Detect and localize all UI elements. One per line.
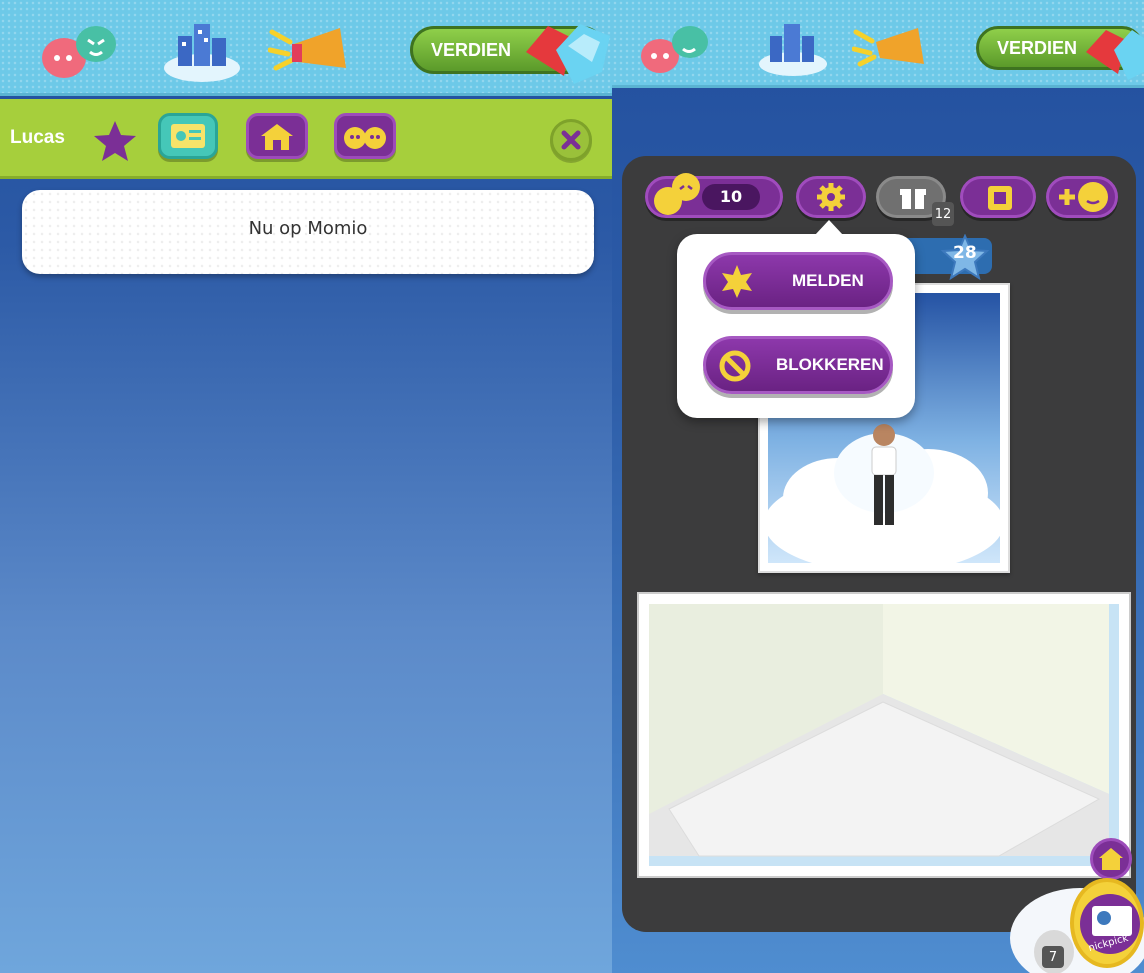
egg-lock-badge: 7 (1042, 946, 1064, 968)
block-label: BLOKKEREN (776, 355, 884, 374)
report-label: MELDEN (792, 271, 864, 290)
close-button[interactable] (550, 119, 592, 161)
star-icon (94, 121, 136, 161)
nickpick-button[interactable]: nickpick (1070, 878, 1144, 968)
online-status-text: Nu op Momio (248, 218, 368, 239)
friends-icon[interactable] (638, 22, 718, 78)
sheriff-badge-icon (722, 265, 752, 298)
nickpick-card-icon (1080, 894, 1140, 954)
settings-menu-popup: MELDEN BLOKKEREN (677, 220, 915, 418)
profile-level: 28 (953, 243, 977, 263)
wardrobe-button[interactable] (960, 176, 1036, 218)
city-icon[interactable] (756, 18, 830, 78)
home-button[interactable] (246, 113, 308, 159)
pets-button[interactable] (334, 113, 396, 159)
username: Lucas (10, 127, 65, 148)
city-icon[interactable] (162, 18, 242, 84)
egg-lock-level: 7 (1048, 950, 1058, 965)
megaphone-icon[interactable] (268, 22, 352, 80)
friends-count: 10 (702, 184, 760, 210)
close-icon (561, 130, 581, 150)
add-friend-icon (1059, 182, 1108, 212)
block-button[interactable]: BLOKKEREN (703, 336, 893, 394)
top-nav-bar: VERDIEN (0, 0, 612, 96)
earn-button-label: VERDIEN (997, 38, 1078, 58)
add-friend-button[interactable] (1046, 176, 1118, 218)
pets-icon (344, 127, 386, 149)
friends-icon[interactable] (38, 22, 126, 82)
left-screen: VERDIEN Lucas Nu op Momio (0, 0, 612, 973)
profile-bar: Lucas (0, 99, 612, 179)
megaphone-icon[interactable] (852, 22, 930, 76)
online-status-card: Nu op Momio (22, 190, 594, 274)
settings-button[interactable] (796, 176, 866, 218)
gift-lock-badge: 12 (932, 202, 954, 226)
report-button[interactable]: MELDEN (703, 252, 893, 310)
gems-icon (1086, 30, 1144, 80)
gift-icon (900, 189, 926, 209)
earn-button-label: VERDIEN (431, 40, 512, 60)
room-image (639, 594, 1129, 876)
settings-icon (817, 183, 845, 211)
profile-card-button[interactable] (158, 113, 218, 159)
wardrobe-icon (988, 186, 1012, 210)
home-icon (261, 124, 293, 150)
gift-lock-level: 12 (934, 207, 952, 222)
top-nav-bar: VERDIEN (612, 0, 1144, 88)
room-preview[interactable] (637, 592, 1131, 878)
block-icon (719, 350, 751, 382)
friends-count-button[interactable]: 10 (645, 173, 783, 218)
gems-icon (526, 24, 610, 84)
profile-card-icon (171, 124, 205, 148)
friends-icon (654, 173, 700, 215)
